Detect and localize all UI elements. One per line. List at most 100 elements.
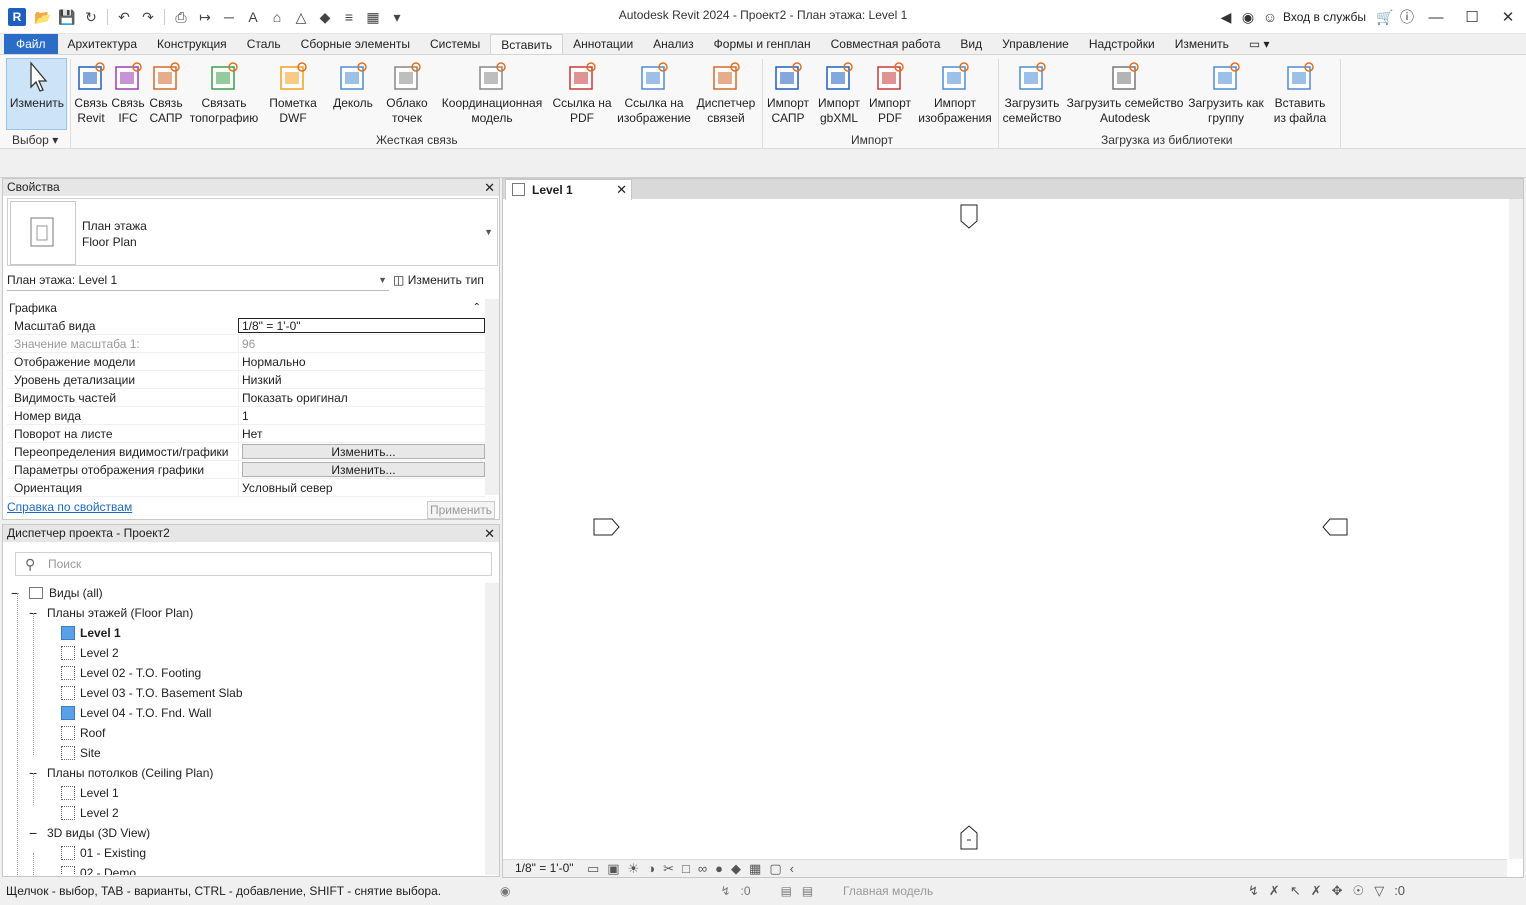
unlock-3d-icon[interactable]: ∞ bbox=[698, 860, 707, 877]
cart-icon[interactable]: 🛒 bbox=[1374, 9, 1396, 26]
properties-help-link[interactable]: Справка по свойствам bbox=[7, 500, 132, 514]
browser-scrollbar[interactable] bbox=[485, 583, 499, 875]
home-icon[interactable]: ⌂ bbox=[266, 7, 288, 27]
select-links-icon[interactable]: ↯ bbox=[1248, 879, 1259, 903]
redo-icon[interactable]: ↷ bbox=[137, 7, 159, 27]
sun-path-icon[interactable]: ☀ bbox=[628, 860, 640, 877]
link-button-7[interactable]: Координационная модель bbox=[438, 59, 546, 126]
import-button-1[interactable]: Импорт gbXML bbox=[814, 59, 864, 126]
tab-7[interactable]: Аннотации bbox=[563, 34, 643, 54]
maximize-button[interactable]: ☐ bbox=[1454, 8, 1490, 26]
link-button-1[interactable]: Связь IFC bbox=[110, 59, 146, 126]
apply-button[interactable]: Применить bbox=[427, 501, 495, 519]
elevation-marker-west[interactable] bbox=[593, 518, 620, 536]
select-pinned-icon[interactable]: ↖ bbox=[1290, 879, 1301, 903]
link-button-2[interactable]: Связь САПР bbox=[146, 59, 186, 126]
property-value[interactable]: Нет bbox=[238, 425, 485, 442]
select-by-face-icon[interactable]: ✗ bbox=[1311, 879, 1322, 903]
tab-4[interactable]: Сборные элементы bbox=[291, 34, 420, 54]
undo-icon[interactable]: ↶ bbox=[113, 7, 135, 27]
property-value[interactable]: 1/8" = 1'-0" bbox=[238, 318, 485, 333]
worksharing-display-icon[interactable]: ▦ bbox=[749, 860, 761, 877]
thin-lines-icon[interactable]: ≡ bbox=[338, 7, 360, 27]
link-button-3[interactable]: Связать топографию bbox=[186, 59, 262, 126]
tree-group-3d-views[interactable]: −3D виды (3D View) bbox=[29, 823, 150, 843]
link-button-4[interactable]: Пометка DWF bbox=[266, 59, 320, 126]
tab-0[interactable]: Файл bbox=[4, 34, 58, 54]
crop-view-icon[interactable]: ✂ bbox=[663, 860, 674, 877]
close-icon[interactable]: ✕ bbox=[484, 525, 495, 542]
visual-style-icon[interactable]: ▣ bbox=[607, 860, 619, 877]
property-value[interactable]: Низкий bbox=[238, 371, 485, 388]
tab-1[interactable]: Архитектура bbox=[58, 34, 148, 54]
property-value[interactable]: Нормально bbox=[238, 353, 485, 370]
drag-elements-icon[interactable]: ✥ bbox=[1332, 879, 1343, 903]
filter-icon[interactable]: ▽ bbox=[1374, 879, 1384, 903]
open-icon[interactable]: 📂 bbox=[32, 7, 54, 27]
search-arrow-icon[interactable]: ◀ bbox=[1215, 9, 1237, 26]
tab-6[interactable]: Вставить bbox=[490, 34, 564, 54]
collapse-icon[interactable]: − bbox=[29, 763, 39, 783]
print-icon[interactable]: ⎙ bbox=[170, 7, 192, 27]
link-button-6[interactable]: Облако точек bbox=[384, 59, 430, 126]
load-button-0[interactable]: Загрузить семейство bbox=[1000, 59, 1064, 126]
crop-region-icon[interactable]: □ bbox=[682, 860, 690, 877]
edit-button[interactable]: Изменить... bbox=[242, 462, 485, 477]
binoculars-icon[interactable]: ◉ bbox=[1237, 9, 1259, 26]
link-button-10[interactable]: Диспетчер связей bbox=[692, 59, 760, 126]
scroll-left-icon[interactable]: ‹ bbox=[790, 860, 794, 877]
sign-in-button[interactable]: Вход в службы bbox=[1283, 10, 1366, 24]
tab-10[interactable]: Совместная работа bbox=[821, 34, 951, 54]
load-button-2[interactable]: Загрузить как группу bbox=[1184, 59, 1268, 126]
close-icon[interactable]: ✕ bbox=[484, 179, 495, 196]
collapse-icon[interactable]: ⌃ bbox=[473, 299, 481, 317]
type-selector[interactable]: План этажа Floor Plan ▼ bbox=[7, 198, 498, 266]
tab-5[interactable]: Системы bbox=[420, 34, 490, 54]
tab-12[interactable]: Управление bbox=[992, 34, 1079, 54]
property-value[interactable]: 1 bbox=[238, 407, 485, 424]
tree-root-views[interactable]: − Виды (all) bbox=[11, 583, 103, 603]
tree-item-ceiling-plan[interactable]: Level 1 bbox=[61, 783, 119, 803]
import-button-3[interactable]: Импорт изображения bbox=[914, 59, 996, 126]
tab-14[interactable]: Изменить bbox=[1165, 34, 1239, 54]
edit-button[interactable]: Изменить... bbox=[242, 444, 485, 459]
text-icon[interactable]: A bbox=[242, 7, 264, 27]
measure-icon[interactable]: ↦ bbox=[194, 7, 216, 27]
close-icon[interactable]: ✕ bbox=[616, 180, 627, 200]
tab-2[interactable]: Конструкция bbox=[147, 34, 237, 54]
select-underlay-icon[interactable]: ✗ bbox=[1269, 879, 1280, 903]
user-icon[interactable]: ☺ bbox=[1259, 9, 1281, 25]
view-tab-level-1[interactable]: Level 1 ✕ bbox=[505, 179, 632, 200]
tab-9[interactable]: Формы и генплан bbox=[704, 34, 821, 54]
tab-11[interactable]: Вид bbox=[950, 34, 992, 54]
import-button-2[interactable]: Импорт PDF bbox=[864, 59, 916, 126]
temporary-hide-icon[interactable]: ● bbox=[715, 860, 723, 877]
3d-view-icon[interactable]: △ bbox=[290, 7, 312, 27]
tree-item-floor-plan[interactable]: Level 03 - T.O. Basement Slab bbox=[61, 683, 243, 703]
modify-button[interactable]: Изменить bbox=[8, 59, 66, 111]
editable-only-icon[interactable]: ▤ bbox=[781, 879, 792, 903]
view-scale[interactable]: 1/8" = 1'-0" bbox=[515, 860, 574, 877]
property-value[interactable]: Условный север bbox=[238, 479, 485, 496]
tree-group-floor-plans[interactable]: − Планы этажей (Floor Plan) bbox=[29, 603, 193, 623]
tree-item-3d-view[interactable]: 02 - Demo bbox=[61, 863, 136, 875]
active-model-dropdown[interactable]: Главная модель bbox=[843, 879, 933, 903]
tree-item-floor-plan[interactable]: Level 02 - T.O. Footing bbox=[61, 663, 201, 683]
worksets-icon[interactable]: ◉ bbox=[500, 879, 510, 903]
reveal-hidden-icon[interactable]: ◆ bbox=[731, 860, 741, 877]
import-button-0[interactable]: Импорт САПР bbox=[764, 59, 812, 126]
minimize-button[interactable]: — bbox=[1418, 9, 1454, 26]
ribbon-toggle-icon[interactable]: ▭ ▾ bbox=[1239, 34, 1280, 54]
tree-group-ceiling-plans[interactable]: − Планы потолков (Ceiling Plan) bbox=[29, 763, 213, 783]
analytical-model-icon[interactable]: ▢ bbox=[769, 860, 781, 877]
collapse-icon[interactable]: − bbox=[29, 823, 39, 843]
tree-item-floor-plan[interactable]: Level 04 - T.O. Fnd. Wall bbox=[61, 703, 211, 723]
properties-scrollbar[interactable] bbox=[485, 299, 499, 495]
load-button-1[interactable]: Загрузить семейство Autodesk bbox=[1064, 59, 1186, 126]
link-button-9[interactable]: Ссылка на изображение bbox=[614, 59, 694, 126]
instance-filter-dropdown[interactable]: План этажа: Level 1 ▼ bbox=[7, 269, 389, 291]
drawing-area[interactable]: Level 1 ✕ 1/8" = 1'-0" ▭ ▣ ☀ ◑ ✂ □ ∞ ● ◆… bbox=[502, 178, 1524, 878]
tree-item-floor-plan[interactable]: Roof bbox=[61, 723, 105, 743]
elevation-marker-north[interactable] bbox=[960, 204, 978, 229]
tab-3[interactable]: Сталь bbox=[237, 34, 291, 54]
